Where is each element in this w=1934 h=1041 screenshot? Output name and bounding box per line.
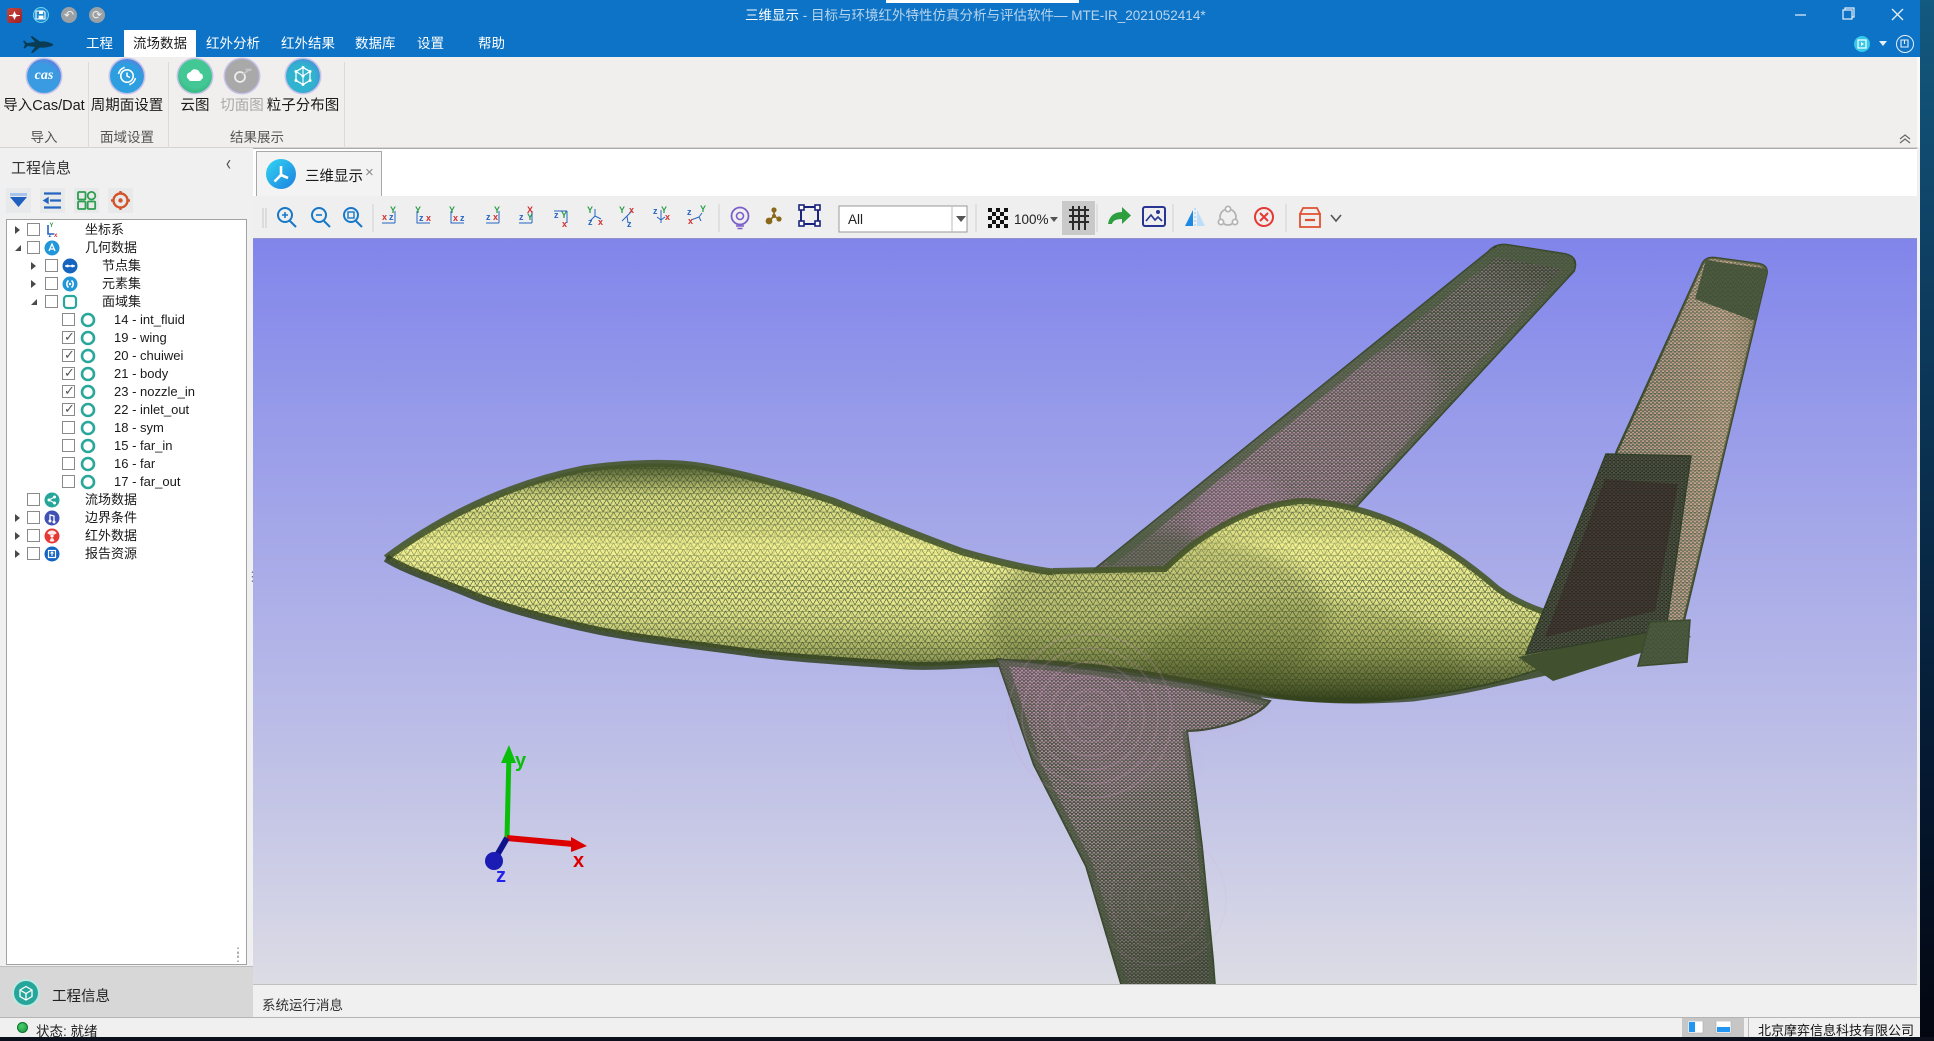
svg-text:x: x [426,213,431,223]
svg-text:x: x [598,217,603,227]
svg-text:z: z [460,213,465,223]
svg-text:z: z [419,213,424,223]
svg-text:Y: Y [50,223,54,229]
svg-text:Y: Y [587,205,593,215]
svg-text:z: z [653,206,658,216]
svg-text:z: z [519,212,524,222]
svg-text:z: z [588,217,593,227]
svg-text:x: x [629,205,634,215]
svg-text:y: y [515,750,527,772]
svg-text:100%: 100% [1014,212,1049,227]
svg-text:All: All [848,212,863,227]
svg-text:Y: Y [700,204,706,214]
svg-text:z: z [496,865,506,887]
svg-text:Y: Y [494,205,500,215]
svg-text:x: x [562,219,567,229]
svg-text:x: x [573,850,584,872]
svg-text:x: x [688,216,693,226]
svg-text:z: z [486,212,491,222]
svg-text:z: z [49,233,52,238]
svg-text:Y: Y [619,205,625,215]
svg-text:x: x [54,233,58,238]
svg-text:x: x [382,212,387,222]
svg-text:x: x [665,212,670,222]
svg-text:Y: Y [390,205,396,215]
svg-text:x: x [453,213,458,223]
svg-text:z: z [627,219,632,229]
svg-text:X: X [527,205,533,215]
svg-text:z: z [554,210,559,220]
